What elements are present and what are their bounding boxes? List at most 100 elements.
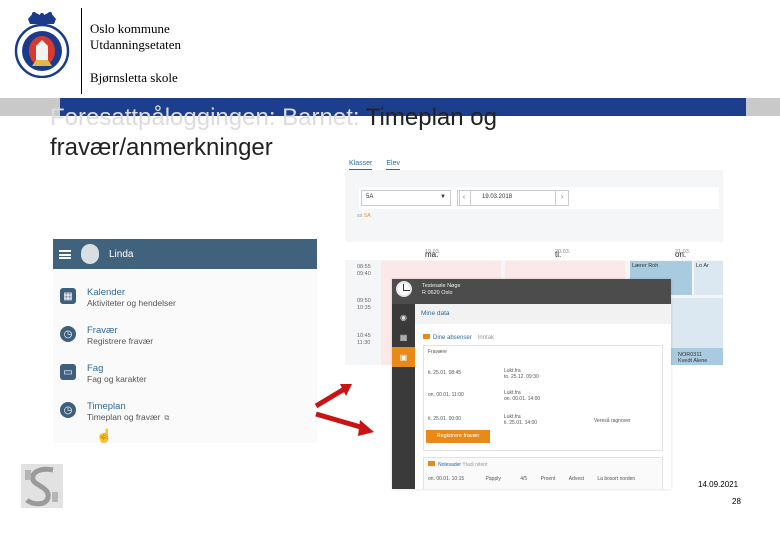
tab-notesader[interactable]: Notesader (438, 462, 461, 468)
timetable-tabs: Klasser Elev (345, 150, 723, 170)
hand-cursor-icon: ☝ (96, 428, 113, 443)
tab-elev[interactable]: Elev (386, 160, 400, 170)
time-end: 10:35 (357, 305, 371, 311)
organization-name: Oslo kommune Utdanningsetaten (90, 21, 181, 53)
group-prefix: ss (357, 213, 363, 219)
absence-to: Lukt.fra on. 00.01. 14:00 (504, 390, 540, 402)
time-slot: 08:55 09:40 (357, 264, 371, 278)
remark-grade: 4/5 (520, 476, 528, 482)
absence-to: Lukt.fra to. 25.12. 09:30 (504, 368, 539, 380)
dashboard-icon[interactable]: ◉ (392, 307, 415, 327)
org-line-1: Oslo kommune (90, 21, 170, 36)
time-start: 09:50 (357, 298, 371, 304)
absence-icon[interactable]: ▣ (392, 347, 415, 367)
book-icon: ▭ (60, 364, 76, 380)
menu-item-subtitle: Aktiviteter og hendelser (87, 298, 176, 308)
remark-date: on. 00.01. 10:15 (428, 476, 465, 482)
menu-item-subtitle: Registrere fravær (87, 336, 154, 346)
next-week-button[interactable]: › (555, 190, 569, 206)
menu-item-title: Fag (87, 363, 104, 374)
student-location: R 0620 Oslo (422, 290, 453, 296)
menu-item-title: Timeplan (87, 401, 126, 412)
absence-tabs: Dine absenser Inntak (423, 334, 494, 341)
lesson-label: Lo Ar (696, 263, 709, 269)
org-line-2: Utdanningsetaten (90, 37, 181, 52)
tab-dine-absenser[interactable]: Dine absenser (433, 335, 472, 341)
lesson-teacher: Kvedt Alene (678, 358, 708, 364)
day-tuesday: ti. 20.03. (555, 246, 570, 259)
remark-who: Papply (485, 476, 501, 482)
remark-type: Proent (540, 476, 556, 482)
menu-item-timeplan[interactable]: ◷ Timeplan Timeplan og fravær ⧉ (60, 401, 169, 431)
oslo-kommune-seal-logo (14, 12, 70, 78)
menu-item-subtitle: Timeplan og fravær ⧉ (87, 412, 169, 424)
day-name: ma. (425, 250, 439, 259)
mobile-menu-screenshot: Linda ▦ Kalender Aktiviteter og hendelse… (53, 239, 317, 443)
page-number: 28 (732, 497, 741, 506)
remark-row[interactable]: on. 00.01. 10:15 Papply 4/5 Proent Adves… (428, 476, 635, 482)
menu-item-subtitle: Fag og karakter (87, 374, 147, 384)
slide-date: 14.09.2021 (698, 480, 739, 489)
absence-to: Lukt.fra ti. 25.01. 14:00 (504, 414, 537, 426)
absence-row[interactable]: on. 00.01. 11:00 (428, 392, 464, 398)
absence-sidebar: ◉ ▦ ▣ (392, 279, 415, 489)
arrow-down-right-icon (315, 411, 374, 436)
absence-topbar: Testesøle Nøge R 0620 Oslo (392, 279, 671, 304)
register-absence-button[interactable]: Registrere fravær (426, 430, 490, 443)
menu-item-subtitle-text: Timeplan og fravær (87, 412, 161, 422)
day-wednesday: on. 21.03. (675, 246, 690, 259)
hamburger-menu-icon[interactable] (59, 249, 71, 259)
menu-item-fag[interactable]: ▭ Fag Fag og karakter (60, 363, 147, 393)
absence-from: ti. 25.01. 08:45 (428, 370, 462, 376)
timetable-filter-bar: 5A ▼ ‹ 19.03.2018 › (359, 187, 719, 209)
header-divider (81, 8, 82, 94)
section-title: Mine data (415, 304, 671, 324)
clock-icon: ◷ (60, 402, 76, 418)
absence-row[interactable]: ti. 25.01. 00:00 (428, 416, 461, 422)
weekday-header: ma. 19.03. ti. 20.03. on. 21.03. (345, 242, 723, 260)
remark-note: La bosort norden (597, 476, 636, 482)
absence-from: ti. 25.01. 00:00 (428, 416, 462, 422)
flag-icon (428, 461, 435, 466)
time-slot: 09:50 10:35 (357, 298, 371, 312)
student-info: Testesøle Nøge R 0620 Oslo (422, 283, 461, 297)
menu-item-kalender[interactable]: ▦ Kalender Aktiviteter og hendelser (60, 287, 176, 317)
tab-inntak[interactable]: Inntak (478, 335, 494, 341)
time-start: 08:55 (357, 264, 371, 270)
absence-to-value: to. 25.12. 09:30 (504, 374, 539, 380)
clock-icon: ◷ (60, 326, 76, 342)
calendar-icon: ▦ (60, 288, 76, 304)
day-name: on. (675, 250, 687, 259)
mobile-menu-header: Linda (53, 239, 317, 269)
tab-klasser[interactable]: Klasser (349, 160, 373, 170)
group-value: 5A (364, 213, 371, 219)
time-end: 11:30 (357, 340, 371, 346)
time-slot: 10:45 11:30 (357, 333, 371, 347)
footer-logo (21, 464, 63, 508)
calendar-icon[interactable]: ▦ (392, 327, 415, 347)
date-field[interactable]: 19.03.2018 (459, 190, 559, 206)
menu-item-fravaer[interactable]: ◷ Fravær Registrere fravær (60, 325, 153, 355)
absence-to-value: on. 00.01. 14:00 (504, 396, 541, 402)
absence-list-header: Fravære (428, 349, 447, 355)
absence-to-value: ti. 25.01. 14:00 (504, 420, 538, 426)
class-select[interactable]: 5A ▼ (361, 190, 451, 206)
absence-row[interactable]: ti. 25.01. 08:45 (428, 370, 461, 376)
external-link-icon: ⧉ (164, 415, 170, 422)
remarks-tabs: Notesader Ytadi nitent (428, 461, 487, 468)
tab-ytadi-nitent[interactable]: Ytadi nitent (462, 462, 487, 468)
red-arrows (314, 384, 374, 436)
student-name: Testesøle Nøge (422, 283, 461, 289)
flag-icon (423, 334, 430, 339)
menu-item-title: Fravær (87, 325, 118, 336)
group-indicator: ss 5A (357, 213, 371, 219)
school-name: Bjørnsletta skole (90, 70, 178, 85)
title-muted-part: Foresattpåloggingen: Barnet: (50, 104, 366, 131)
absence-screenshot: ◉ ▦ ▣ Testesøle Nøge R 0620 Oslo Mine dat… (392, 279, 671, 489)
mobile-user-name: Linda (109, 248, 134, 260)
avatar (81, 244, 99, 264)
lesson-label: Lærer Roh (632, 263, 659, 269)
clock-icon (396, 281, 412, 297)
arrow-up-right-icon (314, 384, 352, 409)
day-monday: ma. 19.03. (425, 246, 440, 259)
